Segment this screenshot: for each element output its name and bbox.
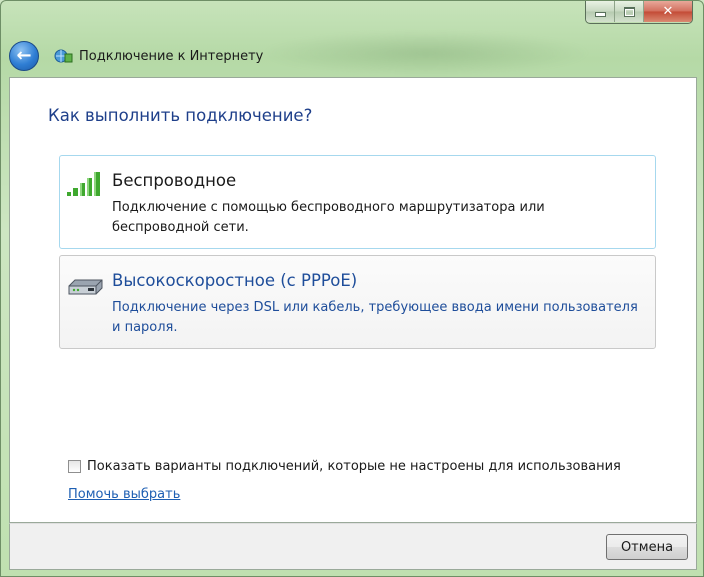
back-arrow-icon: ← bbox=[16, 45, 32, 66]
close-button[interactable]: ✕ bbox=[644, 1, 692, 22]
page-heading: Как выполнить подключение? bbox=[48, 106, 313, 125]
maximize-button[interactable] bbox=[615, 1, 644, 22]
modem-icon bbox=[68, 279, 103, 295]
window-frame: ✕ ← Подключение к Интернету Как выполнит… bbox=[0, 0, 704, 577]
option-wireless-description: Подключение с помощью беспроводного марш… bbox=[112, 200, 545, 235]
window-title: Подключение к Интернету bbox=[79, 48, 264, 64]
option-wireless[interactable]: Беспроводное Подключение с помощью беспр… bbox=[59, 155, 656, 249]
option-pppoe-description: Подключение через DSL или кабель, требую… bbox=[112, 300, 638, 335]
dialog-footer: Отмена bbox=[9, 523, 697, 570]
cancel-button[interactable]: Отмена bbox=[606, 534, 688, 560]
navigation-bar: ← Подключение к Интернету bbox=[9, 39, 263, 73]
dialog-content: Как выполнить подключение? Беспроводное … bbox=[9, 77, 697, 523]
show-unconfigured-option: Показать варианты подключений, которые н… bbox=[68, 459, 621, 474]
show-unconfigured-label[interactable]: Показать варианты подключений, которые н… bbox=[87, 459, 621, 474]
close-icon: ✕ bbox=[662, 4, 674, 19]
caption-buttons: ✕ bbox=[585, 1, 693, 24]
maximize-icon bbox=[623, 6, 635, 17]
option-pppoe-title: Высокоскоростное (с PPPoE) bbox=[112, 271, 358, 290]
help-me-choose-link[interactable]: Помочь выбрать bbox=[68, 487, 180, 502]
back-button[interactable]: ← bbox=[9, 41, 39, 71]
minimize-icon bbox=[594, 12, 606, 17]
network-connection-icon bbox=[54, 49, 73, 63]
wireless-signal-icon bbox=[67, 172, 100, 196]
minimize-button[interactable] bbox=[586, 1, 615, 22]
option-wireless-title: Беспроводное bbox=[112, 171, 237, 190]
option-pppoe[interactable]: Высокоскоростное (с PPPoE) Подключение ч… bbox=[59, 255, 656, 349]
show-unconfigured-checkbox[interactable] bbox=[68, 460, 81, 473]
background-glass bbox=[261, 31, 591, 75]
